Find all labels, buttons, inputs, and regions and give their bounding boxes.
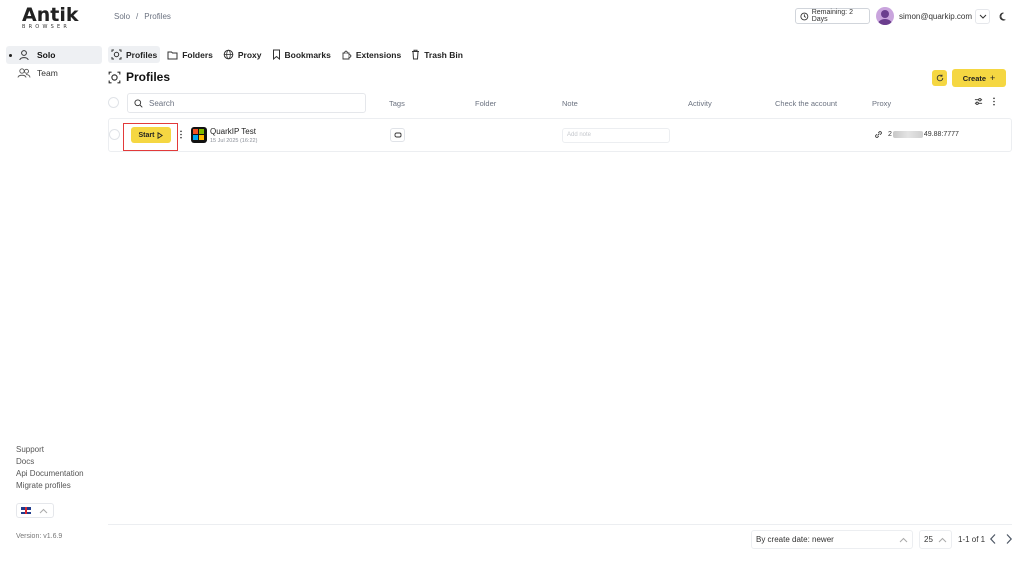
team-icon — [17, 66, 31, 80]
sidebar: Antik BROWSER Solo Team Support Docs Api… — [0, 0, 104, 563]
profile-date: 15 Jul 2025 (16:22) — [210, 138, 258, 144]
proxy-prefix: 2 — [888, 131, 892, 138]
tab-folders[interactable]: Folders — [164, 46, 216, 63]
refresh-icon — [936, 74, 943, 82]
previous-page-icon[interactable] — [989, 533, 997, 545]
column-header-check-account: Check the account — [775, 99, 838, 108]
tab-profiles[interactable]: Profiles — [108, 46, 161, 63]
chevron-down-icon — [979, 14, 986, 19]
rows-per-page-value: 25 — [924, 535, 933, 544]
play-icon — [158, 131, 164, 139]
tab-label: Folders — [182, 49, 213, 60]
sort-select[interactable]: By create date: newer — [751, 530, 913, 549]
tag-icon — [394, 132, 401, 138]
profile-os-icon — [191, 127, 207, 143]
profile-name[interactable]: QuarkIP Test — [210, 127, 256, 136]
proxy-address[interactable]: 2 49.88:7777 — [888, 131, 959, 138]
account-menu-button[interactable] — [975, 9, 990, 24]
page-title-text: Profiles — [126, 70, 171, 84]
uk-flag-icon — [21, 507, 31, 514]
footer-divider — [108, 524, 1012, 525]
extensions-icon — [342, 50, 352, 60]
active-dot — [9, 53, 12, 57]
column-header-folder: Folder — [475, 99, 497, 108]
more-vertical-icon[interactable] — [992, 97, 996, 106]
column-header-proxy: Proxy — [872, 99, 892, 108]
migrate-profiles-link[interactable]: Migrate profiles — [16, 480, 84, 492]
docs-link[interactable]: Docs — [16, 456, 84, 468]
chevron-up-icon — [938, 537, 947, 542]
proxy-suffix: 49.88:7777 — [923, 131, 959, 138]
api-docs-link[interactable]: Api Documentation — [16, 468, 84, 480]
create-button[interactable]: Create + — [952, 69, 1006, 87]
row-checkbox[interactable] — [109, 129, 120, 140]
sidebar-item-label: Team — [37, 68, 58, 78]
column-header-activity: Activity — [688, 99, 712, 108]
filter-sliders-icon[interactable] — [974, 97, 983, 106]
support-link[interactable]: Support — [16, 444, 84, 456]
user-icon — [17, 48, 31, 62]
rows-per-page-select[interactable]: 25 — [919, 530, 952, 549]
folder-icon — [167, 51, 178, 59]
tab-label: Trash Bin — [424, 49, 463, 60]
moon-icon — [999, 12, 1006, 21]
refresh-button[interactable] — [932, 70, 947, 86]
chevron-up-icon — [899, 537, 908, 542]
row-menu-icon[interactable] — [179, 130, 183, 139]
select-all-checkbox[interactable] — [108, 97, 119, 108]
start-button-label: Start — [138, 131, 155, 139]
search-icon — [134, 98, 143, 108]
note-input[interactable]: Add note — [562, 128, 670, 143]
theme-toggle-button[interactable] — [996, 9, 1011, 24]
next-page-icon[interactable] — [1005, 533, 1013, 545]
version-label: Version: v1.6.9 — [16, 533, 63, 540]
tab-label: Bookmarks — [284, 49, 331, 60]
tab-label: Profiles — [126, 49, 158, 60]
search-input[interactable] — [149, 98, 349, 108]
pagination-range: 1-1 of 1 — [958, 535, 986, 544]
subscription-remaining-badge[interactable]: Remaining: 2 Days — [795, 8, 870, 24]
user-email[interactable]: simon@quarkip.com — [899, 12, 972, 21]
breadcrumb: Solo / Profiles — [114, 12, 171, 21]
proxy-icon — [223, 49, 234, 60]
sidebar-item-label: Solo — [37, 50, 56, 60]
avatar[interactable] — [876, 7, 894, 25]
app-logo[interactable]: Antik BROWSER — [22, 6, 82, 32]
tab-bookmarks[interactable]: Bookmarks — [269, 46, 334, 63]
tab-extensions[interactable]: Extensions — [338, 46, 404, 63]
tab-proxy[interactable]: Proxy — [220, 46, 265, 63]
plus-icon: + — [990, 73, 996, 83]
sidebar-links: Support Docs Api Documentation Migrate p… — [16, 444, 84, 492]
profiles-icon — [108, 71, 121, 83]
sidebar-item-team[interactable]: Team — [6, 64, 102, 82]
table-row[interactable]: Start QuarkIP Test 15 Jul 2025 (16:22) A… — [108, 118, 1012, 152]
trash-icon — [412, 49, 420, 60]
breadcrumb-item-profiles: Profiles — [144, 12, 171, 21]
search-field[interactable] — [127, 93, 366, 113]
bookmark-icon — [272, 49, 280, 60]
chevron-up-icon — [39, 508, 48, 513]
breadcrumb-item-solo[interactable]: Solo — [114, 12, 130, 21]
breadcrumb-separator: / — [136, 12, 139, 21]
tab-label: Extensions — [355, 49, 402, 60]
main-tabs: Profiles Folders Proxy Bookmarks Extensi… — [108, 46, 470, 63]
column-header-tags: Tags — [389, 99, 405, 108]
tab-label: Proxy — [237, 49, 262, 60]
add-tag-button[interactable] — [390, 128, 405, 142]
page-title: Profiles — [108, 70, 170, 84]
language-select[interactable] — [16, 503, 54, 518]
logo-wordmark: Antik — [22, 4, 79, 26]
start-button[interactable]: Start — [131, 127, 171, 143]
create-button-label: Create — [962, 73, 987, 83]
sort-select-value: By create date: newer — [756, 535, 834, 544]
remaining-text: Remaining: 2 Days — [811, 9, 853, 23]
column-header-note: Note — [562, 99, 578, 108]
clock-icon — [800, 12, 809, 20]
table-header-actions — [974, 97, 996, 106]
link-icon — [875, 131, 882, 138]
redacted-block — [892, 131, 923, 138]
sidebar-item-solo[interactable]: Solo — [6, 46, 102, 64]
tab-trash-bin[interactable]: Trash Bin — [408, 46, 466, 63]
profiles-icon — [111, 49, 122, 60]
